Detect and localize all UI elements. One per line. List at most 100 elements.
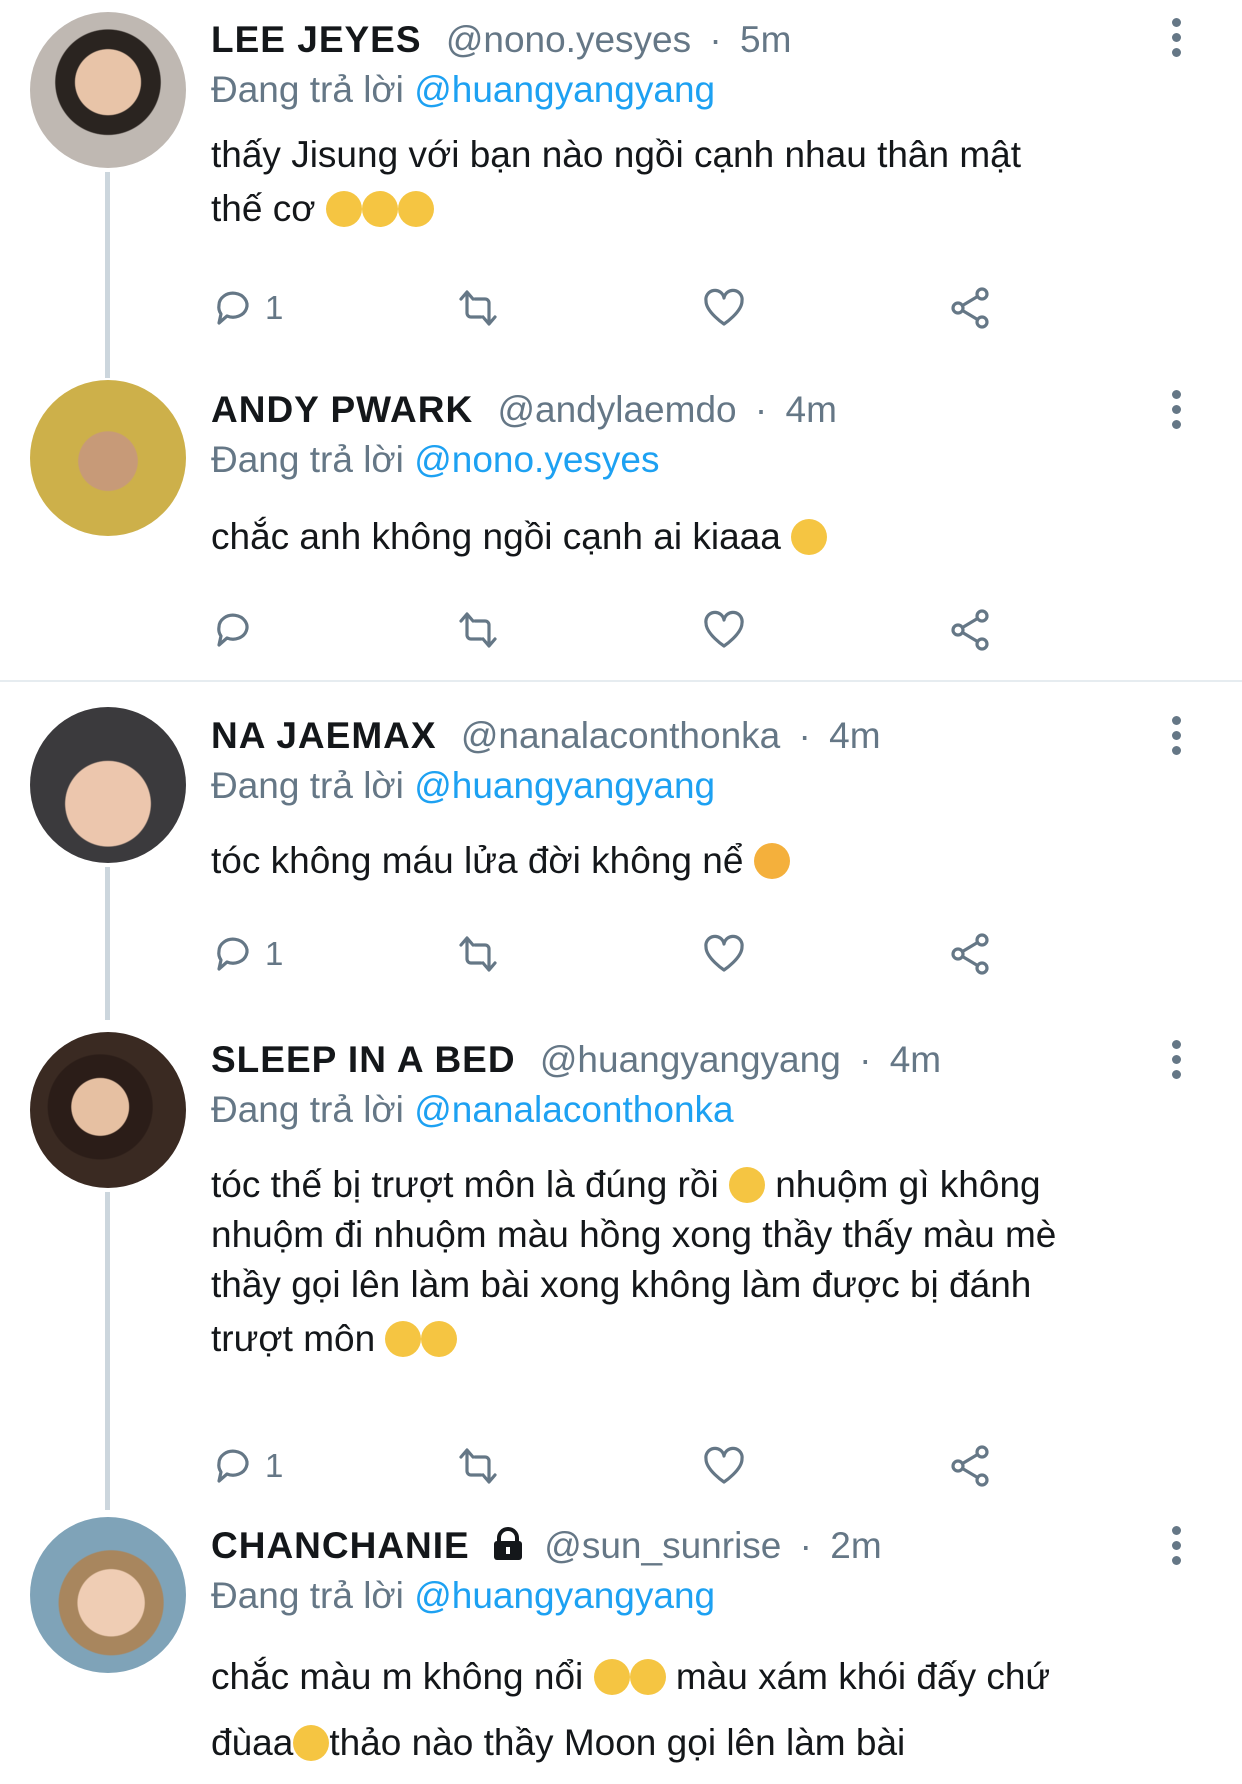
like-icon (704, 1446, 744, 1484)
tweet-header: ANDY PWARK @andylaemdo · 4m (211, 388, 837, 432)
timestamp[interactable]: 4m (829, 715, 880, 756)
timestamp[interactable]: 4m (890, 1039, 941, 1080)
handle[interactable]: @sun_sunrise (544, 1525, 781, 1566)
reply-button[interactable]: 1 (211, 926, 283, 982)
retweet-icon (459, 936, 497, 972)
reply-to-link[interactable]: @huangyangyang (414, 69, 715, 110)
unamused-face-emoji (293, 1725, 330, 1761)
timestamp[interactable]: 4m (786, 389, 837, 430)
thread-line (105, 1192, 110, 1510)
avatar[interactable] (30, 12, 186, 168)
avatar[interactable] (30, 707, 186, 863)
tweet-header: CHANCHANIE @sun_sunrise · 2m (211, 1524, 882, 1572)
tweet-sleep-in-a-bed[interactable]: SLEEP IN A BED @huangyangyang · 4m Đang … (0, 1020, 1242, 1510)
reply-button[interactable]: 1 (211, 280, 283, 336)
reply-count: 1 (265, 1447, 284, 1484)
retweet-button[interactable] (455, 926, 501, 982)
reply-to-link[interactable]: @nono.yesyes (414, 439, 659, 480)
tweet-actions: 1 (211, 926, 1011, 982)
handle[interactable]: @nanalaconthonka (461, 715, 780, 756)
conversation-divider (0, 680, 1242, 682)
handle[interactable]: @nono.yesyes (446, 19, 691, 60)
separator-dot: · (798, 715, 811, 756)
reply-to-link[interactable]: @huangyangyang (414, 765, 715, 806)
reply-prefix: Đang trả lời (211, 765, 404, 806)
tweet-actions: 1 (211, 280, 1011, 336)
reply-to-link[interactable]: @nanalaconthonka (414, 1089, 733, 1130)
share-icon (951, 287, 989, 329)
separator-dot: · (799, 1525, 812, 1566)
reply-count: 1 (265, 289, 284, 326)
tweet-text-line: thấy Jisung với bạn nào ngồi cạnh nhau t… (211, 134, 1022, 175)
unamused-face-emoji (325, 191, 362, 227)
like-button[interactable] (701, 926, 747, 982)
tweet-andy-pwark[interactable]: ANDY PWARK @andylaemdo · 4m Đang trả lời… (0, 380, 1242, 680)
like-icon (704, 610, 744, 648)
share-button[interactable] (947, 926, 993, 982)
tweet-text-line: thầy gọi lên làm bài xong không làm được… (211, 1264, 1032, 1305)
lock-icon (490, 1526, 526, 1572)
avatar[interactable] (30, 1517, 186, 1673)
timestamp[interactable]: 5m (740, 19, 791, 60)
tweet-text-line: chắc màu m không nổi màu xám khói đấy ch… (211, 1644, 1171, 1710)
display-name[interactable]: NA JAEMAX (211, 715, 437, 756)
smirking-face-emoji (593, 1659, 630, 1695)
tweet-header: LEE JEYES @nono.yesyes · 5m (211, 18, 791, 62)
replying-to: Đang trả lời @huangyangyang (211, 1574, 715, 1618)
tweet-text-fragment: tóc không máu lửa đời không nể (211, 840, 744, 881)
replying-to: Đang trả lời @huangyangyang (211, 764, 715, 808)
retweet-icon (459, 612, 497, 648)
tweet-text-line: nhuộm đi nhuộm màu hồng xong thầy thấy m… (211, 1214, 1057, 1255)
like-button[interactable] (701, 602, 747, 658)
retweet-button[interactable] (455, 280, 501, 336)
more-icon[interactable] (1170, 390, 1182, 430)
tweet-text-line: tóc thế bị trượt môn là đúng rồi nhuộm g… (211, 1160, 1171, 1210)
retweet-button[interactable] (455, 602, 501, 658)
tweet-text: chắc màu m không nổi màu xám khói đấy ch… (211, 1644, 1171, 1776)
retweet-button[interactable] (455, 1438, 501, 1494)
more-icon[interactable] (1170, 1040, 1182, 1080)
more-icon[interactable] (1170, 1526, 1182, 1566)
tweet-text: thấy Jisung với bạn nào ngồi cạnh nhau t… (211, 128, 1171, 236)
display-name[interactable]: CHANCHANIE (211, 1525, 470, 1566)
thread-line (105, 172, 110, 378)
tweet-na-jaemax[interactable]: NA JAEMAX @nanalaconthonka · 4m Đang trả… (0, 700, 1242, 1020)
tweet-chanchanie[interactable]: CHANCHANIE @sun_sunrise · 2m Đang trả lờ… (0, 1510, 1242, 1784)
handle[interactable]: @andylaemdo (497, 389, 736, 430)
display-name[interactable]: ANDY PWARK (211, 389, 473, 430)
avatar[interactable] (30, 1032, 186, 1188)
reply-button[interactable] (211, 602, 265, 658)
more-icon[interactable] (1170, 716, 1182, 756)
display-name[interactable]: SLEEP IN A BED (211, 1039, 516, 1080)
unamused-face-emoji (791, 519, 828, 555)
tweet-text: chắc anh không ngồi cạnh ai kiaaa (211, 510, 1171, 564)
timestamp[interactable]: 2m (830, 1525, 881, 1566)
separator-dot: · (709, 19, 722, 60)
reply-icon (217, 937, 249, 971)
reply-to-link[interactable]: @huangyangyang (414, 1575, 715, 1616)
share-button[interactable] (947, 1438, 993, 1494)
reply-prefix: Đang trả lời (211, 69, 404, 110)
tweet-text-fragment: chắc anh không ngồi cạnh ai kiaaa (211, 516, 781, 557)
reply-count: 1 (265, 935, 284, 972)
share-button[interactable] (947, 280, 993, 336)
tweet-text-fragment: đùaa (211, 1722, 294, 1763)
avatar[interactable] (30, 380, 186, 536)
display-name[interactable]: LEE JEYES (211, 19, 422, 60)
more-icon[interactable] (1170, 18, 1182, 58)
tweet-text-fragment: trượt môn (211, 1318, 376, 1359)
like-button[interactable] (701, 1438, 747, 1494)
tweet-text-fragment: thế cơ (211, 188, 316, 229)
tweet-text-fragment: thảo nào thầy Moon gọi lên làm bài (329, 1722, 906, 1763)
unamused-face-emoji (361, 191, 398, 227)
like-icon (704, 934, 744, 972)
tweet-text-fragment: nhuộm gì không (775, 1164, 1041, 1205)
like-button[interactable] (701, 280, 747, 336)
reply-button[interactable]: 1 (211, 1438, 283, 1494)
tweet-header: NA JAEMAX @nanalaconthonka · 4m (211, 714, 881, 758)
share-button[interactable] (947, 602, 993, 658)
handle[interactable]: @huangyangyang (540, 1039, 841, 1080)
reply-prefix: Đang trả lời (211, 439, 404, 480)
tweet-lee-jeyes[interactable]: LEE JEYES @nono.yesyes · 5m Đang trả lời… (0, 0, 1242, 380)
unamused-face-emoji (397, 191, 434, 227)
